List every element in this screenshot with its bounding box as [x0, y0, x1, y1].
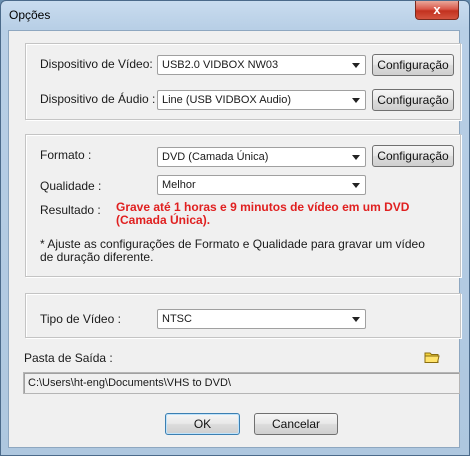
- format-note: * Ajuste as configurações de Formato e Q…: [40, 237, 425, 264]
- video-config-button[interactable]: Configuração: [372, 54, 454, 76]
- video-type-label: Tipo de Vídeo :: [40, 312, 121, 326]
- window-title: Opções: [9, 8, 51, 22]
- format-value: DVD (Camada Única): [162, 151, 269, 163]
- audio-device-value: Line (USB VIDBOX Audio): [162, 94, 292, 106]
- chevron-down-icon: [352, 183, 360, 188]
- output-path-value: C:\Users\ht-eng\Documents\VHS to DVD\: [28, 377, 231, 389]
- output-folder-label: Pasta de Saída :: [24, 351, 113, 365]
- format-label: Formato :: [40, 148, 92, 162]
- quality-value: Melhor: [162, 179, 196, 191]
- video-device-select[interactable]: USB2.0 VIDBOX NW03: [157, 55, 366, 75]
- result-label: Resultado :: [40, 203, 101, 217]
- video-type-value: NTSC: [162, 313, 192, 325]
- video-device-value: USB2.0 VIDBOX NW03: [162, 59, 279, 71]
- close-button[interactable]: x: [415, 1, 459, 20]
- folder-icon[interactable]: [424, 350, 440, 364]
- quality-select[interactable]: Melhor: [157, 175, 366, 195]
- chevron-down-icon: [352, 155, 360, 160]
- video-device-label: Dispositivo de Vídeo:: [40, 57, 153, 71]
- cancel-button[interactable]: Cancelar: [254, 413, 338, 435]
- quality-label: Qualidade :: [40, 179, 102, 193]
- chevron-down-icon: [352, 98, 360, 103]
- chevron-down-icon: [352, 63, 360, 68]
- result-text: Grave até 1 horas e 9 minutos de vídeo e…: [116, 200, 410, 227]
- format-config-button[interactable]: Configuração: [372, 145, 454, 167]
- title-bar[interactable]: Opções x: [1, 1, 469, 29]
- format-select[interactable]: DVD (Camada Única): [157, 147, 366, 167]
- chevron-down-icon: [352, 317, 360, 322]
- output-path-field[interactable]: C:\Users\ht-eng\Documents\VHS to DVD\: [23, 372, 460, 394]
- audio-device-select[interactable]: Line (USB VIDBOX Audio): [157, 90, 366, 110]
- audio-config-button[interactable]: Configuração: [372, 89, 454, 111]
- video-type-select[interactable]: NTSC: [157, 309, 366, 329]
- audio-device-label: Dispositivo de Áudio :: [40, 92, 156, 106]
- ok-button[interactable]: OK: [165, 413, 240, 435]
